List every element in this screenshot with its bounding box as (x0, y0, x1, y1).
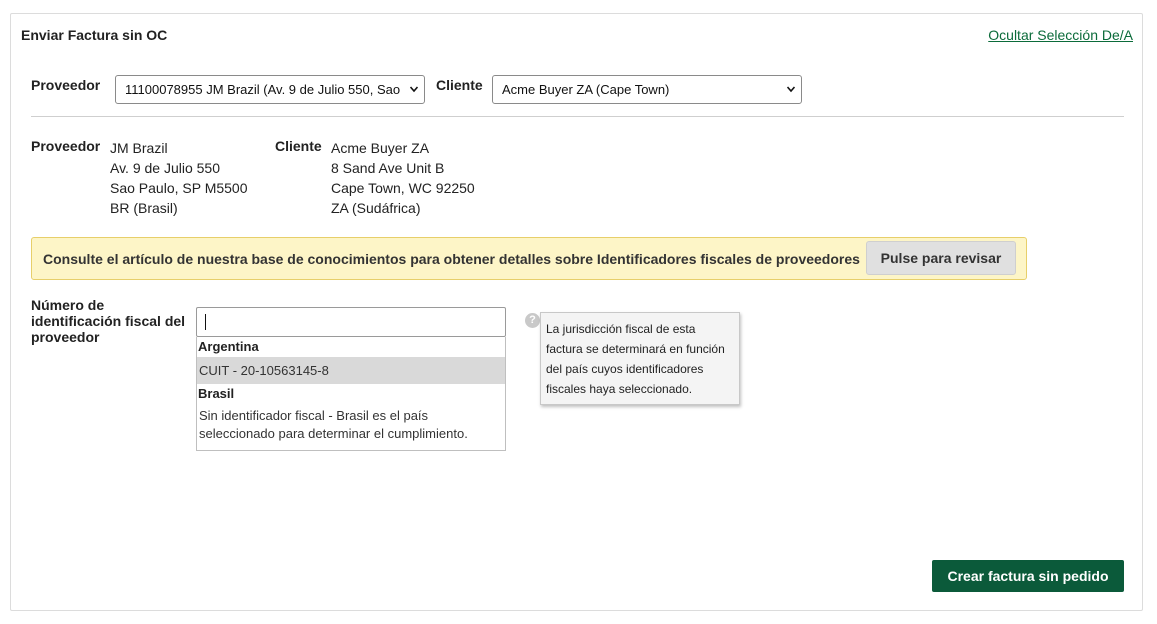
panel-title: Enviar Factura sin OC (21, 27, 168, 43)
divider (31, 116, 1124, 117)
tax-id-notice: Consulte el artículo de nuestra base de … (31, 237, 1027, 280)
tax-id-dropdown: Argentina CUIT - 20-10563145-8 Brasil Si… (196, 337, 506, 451)
address-line: Av. 9 de Julio 550 (110, 160, 221, 176)
address-line: 8 Sand Ave Unit B (331, 160, 445, 176)
create-invoice-button[interactable]: Crear factura sin pedido (932, 560, 1124, 592)
dropdown-group-label: Argentina (198, 339, 259, 354)
customer-address: Acme Buyer ZA 8 Sand Ave Unit B Cape Tow… (331, 138, 475, 218)
help-tooltip: La jurisdicción fiscal de esta factura s… (540, 312, 740, 405)
text-caret (205, 314, 206, 330)
customer-select[interactable]: Acme Buyer ZA (Cape Town) (492, 75, 802, 104)
hide-selection-link[interactable]: Ocultar Selección De/A (988, 27, 1133, 43)
chevron-down-icon (410, 86, 418, 93)
supplier-address: JM Brazil Av. 9 de Julio 550 Sao Paulo, … (110, 138, 248, 218)
supplier-select-label: Proveedor (31, 77, 101, 93)
help-icon[interactable]: ? (525, 313, 540, 328)
invoice-panel: Enviar Factura sin OC Ocultar Selección … (10, 13, 1143, 611)
dropdown-group-label: Brasil (198, 386, 235, 401)
tax-id-label: Número de identificación fiscal del prov… (31, 297, 186, 345)
address-line: Acme Buyer ZA (331, 140, 430, 156)
address-line: JM Brazil (110, 140, 168, 156)
dropdown-option[interactable]: CUIT - 20-10563145-8 (197, 357, 505, 384)
customer-select-label: Cliente (436, 77, 483, 93)
supplier-address-label: Proveedor (31, 138, 101, 154)
tax-id-input[interactable] (196, 307, 506, 337)
dropdown-option[interactable]: Sin identificador fiscal - Brasil es el … (197, 407, 505, 443)
address-line: Sao Paulo, SP M5500 (110, 180, 248, 196)
supplier-select[interactable]: 11100078955 JM Brazil (Av. 9 de Julio 55… (115, 75, 425, 104)
review-button[interactable]: Pulse para revisar (866, 241, 1016, 275)
address-line: BR (Brasil) (110, 200, 178, 216)
supplier-select-value: 11100078955 JM Brazil (Av. 9 de Julio 55… (125, 82, 401, 97)
chevron-down-icon (787, 86, 795, 93)
notice-text: Consulte el artículo de nuestra base de … (43, 251, 860, 267)
customer-select-value: Acme Buyer ZA (Cape Town) (502, 82, 670, 97)
address-line: ZA (Sudáfrica) (331, 200, 421, 216)
address-line: Cape Town, WC 92250 (331, 180, 475, 196)
customer-address-label: Cliente (275, 138, 322, 154)
